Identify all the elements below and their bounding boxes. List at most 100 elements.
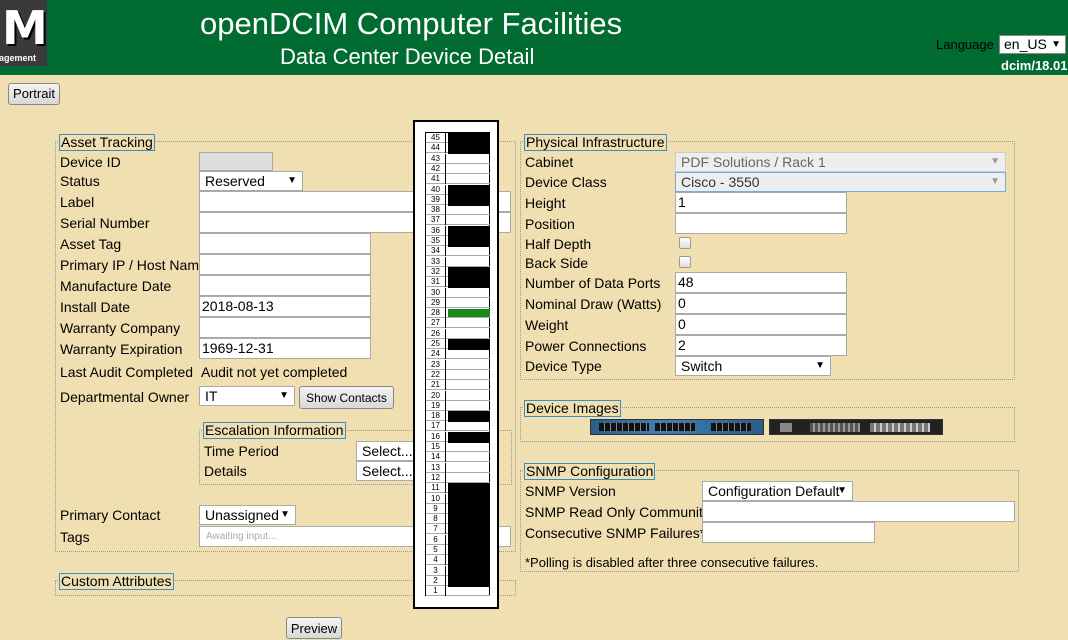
warranty-exp-input[interactable]: 1969-12-31: [199, 338, 371, 359]
weight-label: Weight: [525, 317, 569, 333]
chevron-down-icon: ▼: [837, 485, 847, 496]
status-select[interactable]: Reserved ▼: [199, 171, 303, 191]
manufacture-input[interactable]: [199, 275, 371, 296]
rack-unit: 34: [426, 246, 490, 257]
rack-unit: 8: [426, 514, 490, 526]
rack-unit-number: 8: [426, 514, 446, 525]
snmp-note: *Polling is disabled after three consecu…: [525, 555, 819, 570]
rack-unit: 4: [426, 555, 490, 567]
weight-input[interactable]: 0: [675, 314, 847, 335]
half-depth-checkbox[interactable]: [679, 237, 691, 249]
portrait-button[interactable]: Portrait: [8, 83, 60, 105]
rack-unit-number: 24: [426, 349, 446, 360]
rack-unit-number: 10: [426, 493, 446, 504]
rack-unit: 44: [426, 143, 490, 155]
rack-unit: 36: [426, 225, 490, 237]
page-subtitle: Data Center Device Detail: [280, 44, 535, 69]
header-bar: M agement openDCIM Computer Facilities D…: [0, 0, 1068, 75]
asset-tag-label: Asset Tag: [60, 236, 122, 252]
chevron-down-icon: ▼: [815, 360, 825, 371]
details-select[interactable]: Select...: [356, 461, 416, 481]
language-label: Language: [936, 37, 994, 52]
current-device-slot[interactable]: [448, 309, 490, 318]
rack-unit-number: 42: [426, 163, 446, 174]
install-label: Install Date: [60, 299, 131, 315]
rack-unit-number: 14: [426, 452, 446, 463]
serial-label: Serial Number: [60, 215, 150, 231]
warranty-company-input[interactable]: [199, 317, 371, 338]
status-label: Status: [60, 173, 100, 189]
rack-unit-number: 39: [426, 194, 446, 205]
snmp-failures-input[interactable]: [702, 522, 875, 543]
position-input[interactable]: [675, 213, 847, 234]
rack-unit: 19: [426, 400, 490, 411]
tags-label: Tags: [60, 529, 90, 545]
asset-tracking-legend: Asset Tracking: [59, 134, 155, 151]
rack-unit: 11: [426, 483, 490, 495]
position-label: Position: [525, 216, 575, 232]
rack-unit-number: 35: [426, 236, 446, 246]
rack-unit-number: 45: [426, 133, 446, 143]
back-side-checkbox[interactable]: [679, 256, 691, 268]
language-select[interactable]: en_US ▼: [999, 35, 1066, 54]
device-type-select[interactable]: Switch ▼: [675, 356, 831, 376]
rack-unit: 33: [426, 256, 490, 267]
rack-unit-number: 38: [426, 205, 446, 216]
time-period-select[interactable]: Select...: [356, 441, 416, 461]
ports-label: Number of Data Ports: [525, 275, 661, 291]
show-contacts-button[interactable]: Show Contacts: [299, 386, 394, 409]
snmp-community-input[interactable]: [702, 501, 1015, 522]
rack-unit-number: 3: [426, 565, 446, 576]
logo: M agement: [0, 0, 47, 66]
rack-unit: 23: [426, 359, 490, 370]
rack-unit-number: 43: [426, 153, 446, 164]
device-rear-image[interactable]: [769, 419, 943, 435]
rack-unit: 14: [426, 452, 490, 463]
preview-button[interactable]: Preview: [286, 617, 342, 639]
power-input[interactable]: 2: [675, 335, 847, 356]
rack-unit-number: 34: [426, 246, 446, 257]
snmp-failures-label: Consecutive SNMP Failures*: [525, 525, 706, 541]
label-label: Label: [60, 194, 95, 210]
device-images-legend: Device Images: [524, 400, 621, 417]
rack-unit-number: 28: [426, 308, 446, 319]
device-id-field: [199, 152, 273, 171]
primary-contact-select[interactable]: Unassigned ▼: [199, 505, 296, 525]
ip-input[interactable]: [199, 254, 371, 275]
cabinet-select[interactable]: PDF Solutions / Rack 1 ▼: [675, 152, 1006, 172]
rack-unit-number: 16: [426, 431, 446, 442]
rack-unit: 2: [426, 575, 490, 587]
device-class-label: Device Class: [525, 174, 607, 190]
asset-tag-input[interactable]: [199, 233, 371, 254]
rack-unit: 7: [426, 524, 490, 536]
details-label: Details: [204, 463, 247, 479]
rack-unit: 37: [426, 215, 490, 226]
rack-unit-number: 32: [426, 266, 446, 277]
rack-unit-number: 27: [426, 318, 446, 329]
rack-unit: 6: [426, 534, 490, 546]
rack-unit: 31: [426, 277, 490, 289]
height-input[interactable]: 1: [675, 192, 847, 213]
version-label: dcim/18.01: [1001, 58, 1068, 73]
install-input[interactable]: 2018-08-13: [199, 296, 371, 317]
rack-unit: 10: [426, 493, 490, 505]
warranty-exp-label: Warranty Expiration: [60, 341, 183, 357]
device-class-select[interactable]: Cisco - 3550 ▼: [675, 172, 1006, 192]
device-front-image[interactable]: [590, 419, 764, 435]
snmp-version-select[interactable]: Configuration Default ▼: [702, 481, 853, 501]
rack-unit: 18: [426, 411, 490, 423]
rack-unit: 20: [426, 390, 490, 401]
draw-input[interactable]: 0: [675, 293, 847, 314]
audit-value: Audit not yet completed: [201, 364, 348, 380]
warranty-company-label: Warranty Company: [60, 320, 181, 336]
rack-unit-number: 31: [426, 277, 446, 288]
rack-unit-number: 12: [426, 472, 446, 483]
owner-select[interactable]: IT ▼: [199, 386, 295, 406]
rack-unit: 40: [426, 184, 490, 196]
rack-unit: 17: [426, 421, 490, 432]
ports-input[interactable]: 48: [675, 272, 847, 293]
time-period-label: Time Period: [204, 443, 279, 459]
rack-unit-number: 37: [426, 215, 446, 226]
rack-unit: 39: [426, 194, 490, 206]
draw-label: Nominal Draw (Watts): [525, 296, 662, 312]
